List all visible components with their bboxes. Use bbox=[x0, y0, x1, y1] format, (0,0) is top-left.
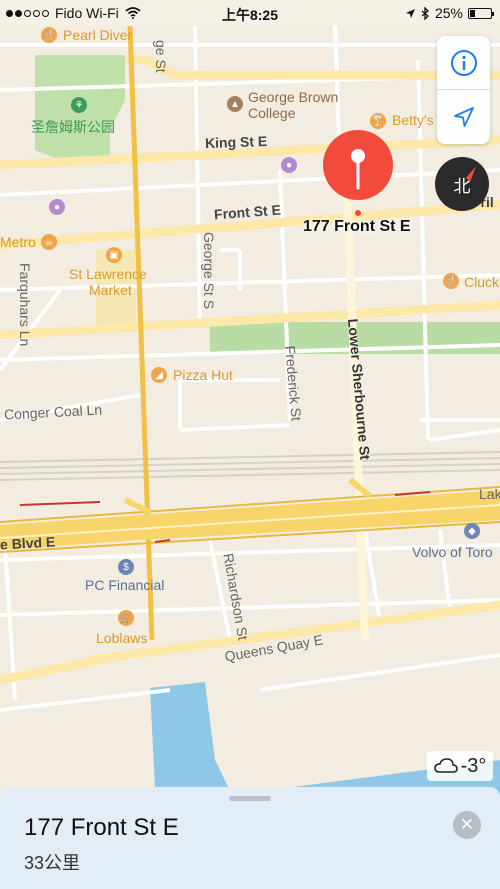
map-controls bbox=[437, 36, 490, 144]
street-lake: Lak bbox=[479, 486, 500, 502]
weather-temperature: -3° bbox=[460, 754, 487, 777]
poi-volvo[interactable]: Volvo of Toro bbox=[412, 544, 493, 560]
bluetooth-icon bbox=[421, 6, 429, 20]
pin-label[interactable]: 177 Front St E bbox=[303, 218, 411, 236]
battery-icon bbox=[468, 7, 494, 19]
bar-icon[interactable]: 🍸 bbox=[370, 113, 386, 129]
location-arrow-icon bbox=[453, 106, 474, 127]
pizza-icon[interactable]: ◢ bbox=[151, 367, 167, 383]
street-george-top: ge St bbox=[153, 40, 169, 73]
school-icon[interactable]: ▲ bbox=[227, 96, 243, 112]
pet-icon[interactable]: ● bbox=[49, 199, 65, 215]
poi-cluck[interactable]: Cluck bbox=[464, 274, 499, 290]
poi-bettys[interactable]: Betty's bbox=[392, 112, 434, 128]
street-king: King St E bbox=[204, 132, 268, 152]
close-icon: ✕ bbox=[459, 815, 475, 834]
street-lakeshore-blvd: e Blvd E bbox=[0, 533, 56, 553]
place-distance: 33公里 bbox=[24, 853, 81, 873]
poi-pc-financial[interactable]: PC Financial bbox=[85, 577, 164, 593]
place-title: 177 Front St E bbox=[24, 814, 179, 841]
street-farquhars: Farquhars Ln bbox=[17, 263, 33, 347]
street-george: George St S bbox=[201, 232, 217, 310]
map-view[interactable]: 🍴 ⚘ ▲ 🍸 ● ● ☕ ▣ ◢ 🍴 $ 🛒 ◆ Pearl Diver 圣詹… bbox=[0, 0, 500, 889]
poi-george-brown[interactable]: George Brown bbox=[248, 89, 338, 105]
poi-pearl-diver[interactable]: Pearl Diver bbox=[63, 27, 132, 43]
close-button[interactable]: ✕ bbox=[453, 811, 481, 839]
compass-label: 北 bbox=[453, 176, 471, 196]
info-button[interactable] bbox=[437, 36, 490, 89]
status-bar: Fido Wi-Fi 上午8:25 25% bbox=[0, 0, 500, 26]
poi-st-james-park[interactable]: 圣詹姆斯公园 bbox=[31, 117, 115, 137]
info-icon bbox=[450, 49, 477, 76]
restaurant-icon[interactable]: 🍴 bbox=[443, 273, 459, 289]
weather-badge: -3° bbox=[427, 751, 493, 781]
compass-button[interactable]: 北 bbox=[435, 157, 489, 211]
car-dealer-icon[interactable]: ◆ bbox=[464, 523, 480, 539]
poi-st-lawrence-2[interactable]: Market bbox=[89, 282, 132, 298]
cloud-icon bbox=[433, 758, 458, 773]
status-right: 25% bbox=[405, 5, 494, 21]
coffee-icon[interactable]: ☕ bbox=[41, 234, 57, 250]
place-card[interactable]: 177 Front St E 33公里 bbox=[0, 787, 500, 889]
poi-pizza-hut[interactable]: Pizza Hut bbox=[173, 367, 233, 383]
pet-icon[interactable]: ● bbox=[281, 157, 297, 173]
grocery-icon[interactable]: 🛒 bbox=[118, 610, 134, 626]
poi-george-brown-2[interactable]: College bbox=[248, 105, 295, 121]
map-pin[interactable] bbox=[321, 130, 395, 216]
bank-icon[interactable]: $ bbox=[118, 559, 134, 575]
battery-percent: 25% bbox=[434, 5, 463, 21]
park-icon[interactable]: ⚘ bbox=[71, 97, 87, 113]
location-button[interactable] bbox=[437, 90, 490, 143]
sheet-grabber[interactable] bbox=[229, 796, 271, 801]
poi-loblaws[interactable]: Loblaws bbox=[96, 630, 147, 646]
market-icon[interactable]: ▣ bbox=[106, 247, 122, 263]
poi-metro[interactable]: Metro bbox=[0, 234, 36, 250]
restaurant-icon[interactable]: 🍴 bbox=[41, 27, 57, 43]
poi-st-lawrence[interactable]: St Lawrence bbox=[69, 266, 147, 282]
location-services-icon bbox=[405, 8, 415, 18]
